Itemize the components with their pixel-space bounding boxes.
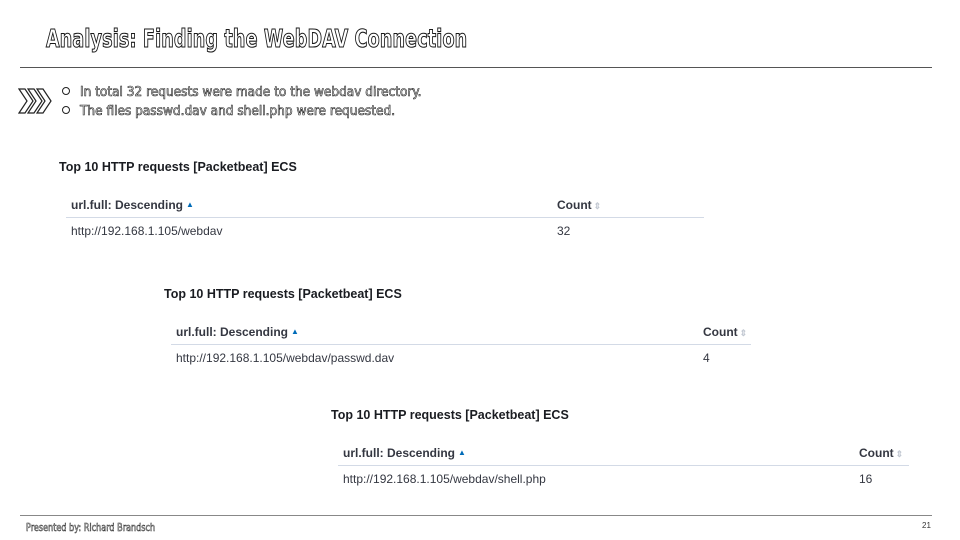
sort-ascending-icon[interactable]: ▲ — [291, 320, 299, 344]
column-header-url[interactable]: url.full: Descending ▲ — [71, 193, 194, 217]
presenter-credit: Presented by: Richard Brandsch — [26, 521, 156, 535]
table-row: http://192.168.1.105/webdav 32 — [66, 218, 704, 244]
panel-title: Top 10 HTTP requests [Packetbeat] ECS — [59, 160, 297, 174]
bullet-text: The files passwd.dav and shell.php were … — [80, 103, 396, 120]
bullet-text: In total 32 requests were made to the we… — [80, 84, 422, 101]
count-cell: 32 — [557, 224, 571, 238]
footer-divider — [20, 515, 932, 516]
column-header-count[interactable]: Count ⇕ — [703, 320, 747, 344]
table-header-row: url.full: Descending ▲ Count ⇕ — [171, 320, 751, 345]
panel-title: Top 10 HTTP requests [Packetbeat] ECS — [164, 287, 402, 301]
sort-ascending-icon[interactable]: ▲ — [458, 441, 466, 465]
panel-passwd: Top 10 HTTP requests [Packetbeat] ECS ur… — [164, 285, 764, 375]
page-number: 21 — [922, 521, 931, 530]
sort-ascending-icon[interactable]: ▲ — [186, 193, 194, 217]
bullet-item: In total 32 requests were made to the we… — [62, 83, 422, 102]
panel-shell: Top 10 HTTP requests [Packetbeat] ECS ur… — [331, 406, 921, 496]
url-cell[interactable]: http://192.168.1.105/webdav — [71, 218, 222, 244]
url-cell[interactable]: http://192.168.1.105/webdav/shell.php — [343, 466, 546, 492]
sort-icon[interactable]: ⇕ — [740, 329, 748, 338]
data-table: url.full: Descending ▲ Count ⇕ http://192.… — [171, 320, 751, 371]
url-cell[interactable]: http://192.168.1.105/webdav/passwd.dav — [176, 345, 394, 371]
bullet-item: The files passwd.dav and shell.php were … — [62, 102, 422, 121]
bullet-list: In total 32 requests were made to the we… — [62, 83, 422, 121]
table-header-row: url.full: Descending ▲ Count ⇕ — [338, 441, 909, 466]
panel-title: Top 10 HTTP requests [Packetbeat] ECS — [331, 408, 569, 422]
count-cell: 16 — [859, 472, 873, 486]
sort-icon[interactable]: ⇕ — [594, 202, 602, 211]
sort-icon[interactable]: ⇕ — [896, 450, 904, 459]
column-header-url[interactable]: url.full: Descending ▲ — [343, 441, 466, 465]
column-header-url[interactable]: url.full: Descending ▲ — [176, 320, 299, 344]
data-table: url.full: Descending ▲ Count ⇕ http://192.… — [66, 193, 704, 244]
table-row: http://192.168.1.105/webdav/shell.php 16 — [338, 466, 909, 492]
title-divider — [20, 67, 932, 68]
table-header-row: url.full: Descending ▲ Count ⇕ — [66, 193, 704, 218]
column-header-count[interactable]: Count ⇕ — [859, 441, 903, 465]
slide-title: Analysis: Finding the WebDAV Connection — [46, 23, 468, 53]
count-cell: 4 — [703, 351, 710, 365]
table-row: http://192.168.1.105/webdav/passwd.dav 4 — [171, 345, 751, 371]
bullet-dot-icon — [62, 106, 70, 114]
panel-webdav: Top 10 HTTP requests [Packetbeat] ECS ur… — [59, 158, 709, 248]
data-table: url.full: Descending ▲ Count ⇕ http://192.… — [338, 441, 909, 492]
column-header-count[interactable]: Count ⇕ — [557, 193, 601, 217]
bullet-dot-icon — [62, 87, 70, 95]
chevrons-right-icon — [18, 88, 52, 114]
